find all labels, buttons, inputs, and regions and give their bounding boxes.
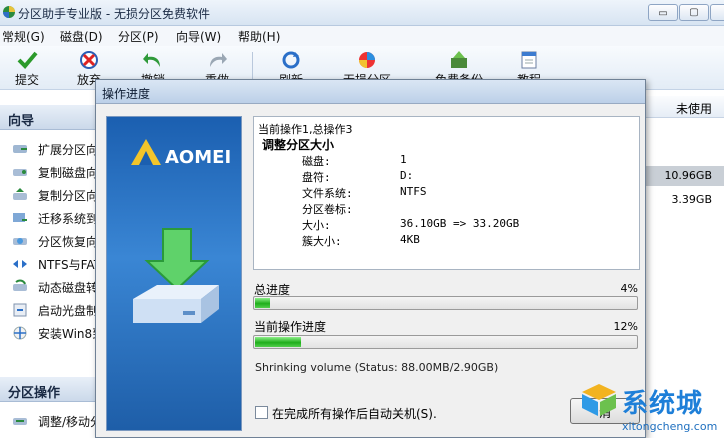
- menu-wizard[interactable]: 向导(W): [176, 28, 221, 45]
- auto-shutdown-checkbox[interactable]: [255, 406, 268, 419]
- sidebar-item-migrate-os[interactable]: 迁移系统到: [0, 207, 102, 229]
- menu-partition[interactable]: 分区(P): [118, 28, 159, 45]
- total-progress-fill: [255, 298, 271, 308]
- column-header-unused[interactable]: 未使用: [640, 96, 724, 118]
- column-header-label: 未使用: [675, 102, 712, 116]
- windows-logo-icon: [582, 384, 616, 416]
- sidebar-item-label: NTFS与FAT: [38, 258, 102, 272]
- partition-ops-header[interactable]: 分区操作: [0, 376, 102, 402]
- windows-install-icon: [13, 326, 27, 340]
- commit-button[interactable]: 提交: [0, 46, 54, 90]
- operation-title: 调整分区大小: [262, 138, 335, 152]
- total-progress-percent: 4%: [620, 282, 638, 295]
- current-progress-percent: 12%: [613, 320, 638, 333]
- dialog-title-bar[interactable]: 操作进度: [96, 80, 645, 104]
- aomei-banner: AOMEI: [106, 116, 242, 431]
- redo-icon: [210, 53, 227, 67]
- sidebar-item-label: 动态磁盘转: [38, 281, 99, 295]
- copy-disk-icon: [13, 169, 27, 176]
- backup-icon: [451, 51, 467, 68]
- migrate-os-icon: [13, 213, 27, 222]
- sidebar-item-copy-disk[interactable]: 复制磁盘向: [0, 161, 102, 183]
- refresh-icon: [282, 51, 300, 69]
- maximize-button[interactable]: ▢: [679, 4, 709, 21]
- detail-key-size: 大小:: [302, 219, 331, 232]
- extend-partition-icon: [13, 145, 27, 153]
- maximize-icon: ▢: [689, 7, 699, 18]
- current-progress-fill: [255, 337, 301, 347]
- sidebar-item-label: 复制磁盘向: [38, 166, 99, 180]
- detail-value-drive-letter: D:: [400, 169, 414, 182]
- sidebar-item-label: 迁移系统到: [38, 212, 99, 226]
- auto-shutdown-label: 在完成所有操作后自动关机(S).: [272, 407, 437, 421]
- brand-name: AOMEI: [165, 147, 232, 168]
- detail-value-disk: 1: [400, 153, 407, 166]
- sidebar-item-dynamic-disk[interactable]: 动态磁盘转: [0, 276, 102, 298]
- current-operation-count: 当前操作1,总操作3: [258, 123, 353, 136]
- table-row[interactable]: 3.39GB: [640, 190, 724, 210]
- main-title-bar: 分区助手专业版 - 无损分区免费软件 ▭ ▢: [0, 0, 724, 26]
- copy-partition-icon: [13, 188, 27, 200]
- detail-key-filesystem: 文件系统:: [302, 187, 353, 200]
- minimize-icon: ▭: [658, 8, 668, 19]
- site-watermark: 系统城 xitongcheng.com: [578, 380, 724, 438]
- sidebar-item-label: 扩展分区向: [38, 143, 99, 157]
- close-button[interactable]: [710, 4, 724, 21]
- sidebar-item-label: 分区恢复向: [38, 235, 99, 249]
- dialog-title: 操作进度: [102, 87, 151, 101]
- current-progress-label: 当前操作进度: [254, 320, 327, 334]
- operation-progress-dialog: 操作进度 AOMEI 当前操作1,总操作3 调整分区大小 磁盘: 1 盘符: D…: [95, 79, 646, 438]
- menu-help[interactable]: 帮助(H): [238, 28, 280, 45]
- commit-label: 提交: [14, 73, 39, 87]
- sidebar-item-label: 复制分区向: [38, 189, 99, 203]
- detail-value-filesystem: NTFS: [400, 185, 427, 198]
- status-text: Shrinking volume (Status: 88.00MB/2.90GB…: [255, 361, 499, 374]
- sidebar-item-resize-move[interactable]: 调整/移动分: [0, 410, 102, 432]
- table-row[interactable]: 10.96GB: [640, 166, 724, 186]
- menu-disk[interactable]: 磁盘(D): [60, 28, 103, 45]
- sidebar-item-copy-partition[interactable]: 复制分区向: [0, 184, 102, 206]
- minimize-button[interactable]: ▭: [648, 4, 678, 21]
- sidebar-item-label: 启动光盘制: [38, 304, 99, 318]
- window-title: 分区助手专业版 - 无损分区免费软件: [18, 7, 210, 21]
- watermark-url: xitongcheng.com: [622, 420, 718, 433]
- ntfs-fat-icon: [13, 260, 27, 268]
- detail-value-size: 36.10GB => 33.20GB: [400, 217, 520, 230]
- discard-icon: [80, 51, 98, 69]
- sidebar-item-boot-cd[interactable]: 启动光盘制: [0, 299, 102, 321]
- sidebar-item-label: 安装Win8到: [38, 327, 102, 341]
- wizard-section-header[interactable]: 向导: [0, 104, 102, 130]
- current-progress-bar: [253, 335, 638, 349]
- sidebar-item-label: 调整/移动分: [38, 415, 102, 429]
- dialog-body: AOMEI 当前操作1,总操作3 调整分区大小 磁盘: 1 盘符: D: 文件系…: [102, 110, 640, 432]
- detail-key-disk: 磁盘:: [302, 155, 331, 168]
- boot-cd-icon: [13, 303, 27, 317]
- operation-info-panel: 当前操作1,总操作3 调整分区大小 磁盘: 1 盘符: D: 文件系统: NTF…: [253, 116, 640, 270]
- detail-key-drive-letter: 盘符:: [302, 171, 331, 184]
- unused-value: 3.39GB: [671, 193, 712, 206]
- sidebar-item-ntfs-fat[interactable]: NTFS与FAT: [0, 253, 102, 275]
- partition-icon: [359, 52, 375, 68]
- resize-move-icon: [13, 418, 27, 425]
- partition-recovery-icon: [13, 238, 27, 245]
- tutorial-icon: [521, 51, 537, 69]
- detail-key-volume-label: 分区卷标:: [302, 203, 353, 216]
- sidebar-item-partition-recovery[interactable]: 分区恢复向: [0, 230, 102, 252]
- hard-drive-download-icon: [133, 228, 219, 323]
- left-sidebar: 向导 扩展分区向 复制磁盘向 复制分区向 迁移系统到 分区恢复向 NTFS与FA…: [0, 90, 102, 438]
- dynamic-disk-icon: [13, 279, 27, 291]
- sidebar-item-extend-partition[interactable]: 扩展分区向: [0, 138, 102, 160]
- check-icon: [17, 51, 38, 69]
- unused-value: 10.96GB: [664, 169, 712, 182]
- detail-value-cluster-size: 4KB: [400, 233, 420, 246]
- detail-key-cluster-size: 簇大小:: [302, 235, 342, 248]
- aomei-logo-icon: [131, 139, 161, 165]
- total-progress-bar: [253, 296, 638, 310]
- menu-bar: 常规(G) 磁盘(D) 分区(P) 向导(W) 帮助(H): [0, 26, 724, 46]
- sidebar-item-install-win8[interactable]: 安装Win8到: [0, 322, 102, 344]
- watermark-name: 系统城: [622, 389, 704, 419]
- app-logo-icon: [3, 6, 15, 18]
- undo-icon: [143, 53, 160, 67]
- menu-general[interactable]: 常规(G): [2, 28, 45, 45]
